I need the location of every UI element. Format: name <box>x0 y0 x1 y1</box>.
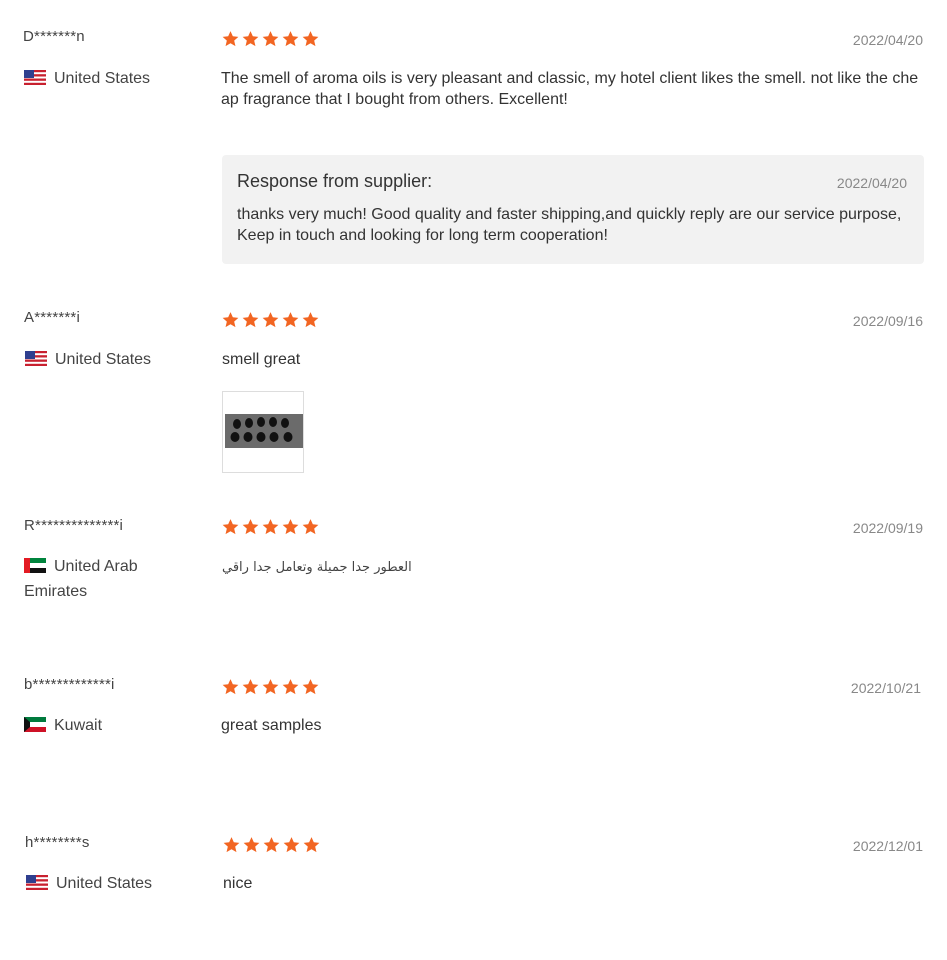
country-label: United States <box>54 70 151 87</box>
kuwait-flag-icon <box>24 717 46 732</box>
star-icon <box>281 311 300 329</box>
response-date: 2022/04/20 <box>836 175 907 191</box>
reviewer-country: United Arab Emirates <box>24 554 204 604</box>
response-text: thanks very much! Good quality and faste… <box>237 206 902 244</box>
reviewer-name: R**************i <box>24 517 124 534</box>
star-icon <box>221 518 240 536</box>
reviewer-country: Kuwait <box>24 713 209 738</box>
reviewer-name: h********s <box>25 834 90 851</box>
us-flag-icon <box>24 70 46 85</box>
star-rating <box>221 518 321 538</box>
us-flag-icon <box>26 875 48 890</box>
star-icon <box>222 836 241 854</box>
star-icon <box>281 678 300 696</box>
review-text: nice <box>223 875 253 892</box>
review-text: great samples <box>221 717 322 734</box>
reviewer-name: D*******n <box>23 28 85 45</box>
star-icon <box>261 30 280 48</box>
star-icon <box>301 518 320 536</box>
star-icon <box>302 836 321 854</box>
reviewer-name: A*******i <box>24 309 80 326</box>
reviewer-country: United States <box>24 66 209 91</box>
review-text: The smell of aroma oils is very pleasant… <box>221 70 919 108</box>
us-flag-icon <box>25 351 47 366</box>
star-icon <box>242 836 261 854</box>
star-icon <box>301 678 320 696</box>
reviewer-country: United States <box>26 871 211 896</box>
star-icon <box>261 518 280 536</box>
country-label: Kuwait <box>54 717 103 734</box>
review-text: العطور جدا جميلة وتعامل جدا راقي <box>222 560 412 575</box>
country-label: United States <box>55 351 152 368</box>
review-date: 2022/09/16 <box>852 313 923 329</box>
review-photo <box>225 414 303 448</box>
star-icon <box>241 678 260 696</box>
country-label: United States <box>56 875 153 892</box>
reviewer-name: b*************i <box>24 676 115 693</box>
star-icon <box>221 678 240 696</box>
review-photo-thumbnail[interactable] <box>222 391 304 473</box>
star-rating <box>222 836 322 856</box>
review-date: 2022/10/21 <box>850 680 921 696</box>
review-date: 2022/04/20 <box>852 32 923 48</box>
star-icon <box>301 30 320 48</box>
review-date: 2022/09/19 <box>852 520 923 536</box>
star-icon <box>261 678 280 696</box>
review-date: 2022/12/01 <box>852 838 923 854</box>
reviewer-country: United States <box>25 347 210 372</box>
star-icon <box>282 836 301 854</box>
star-icon <box>301 311 320 329</box>
star-icon <box>241 30 260 48</box>
star-rating <box>221 311 321 331</box>
response-title: Response from supplier: <box>237 171 433 191</box>
star-icon <box>241 518 260 536</box>
star-icon <box>221 311 240 329</box>
star-icon <box>281 30 300 48</box>
star-rating <box>221 678 321 698</box>
star-icon <box>241 311 260 329</box>
star-icon <box>281 518 300 536</box>
star-icon <box>262 836 281 854</box>
uae-flag-icon <box>24 558 46 573</box>
star-rating <box>221 30 321 50</box>
star-icon <box>261 311 280 329</box>
review-text: smell great <box>222 351 301 368</box>
star-icon <box>221 30 240 48</box>
supplier-response: Response from supplier: 2022/04/20 thank… <box>222 155 924 264</box>
